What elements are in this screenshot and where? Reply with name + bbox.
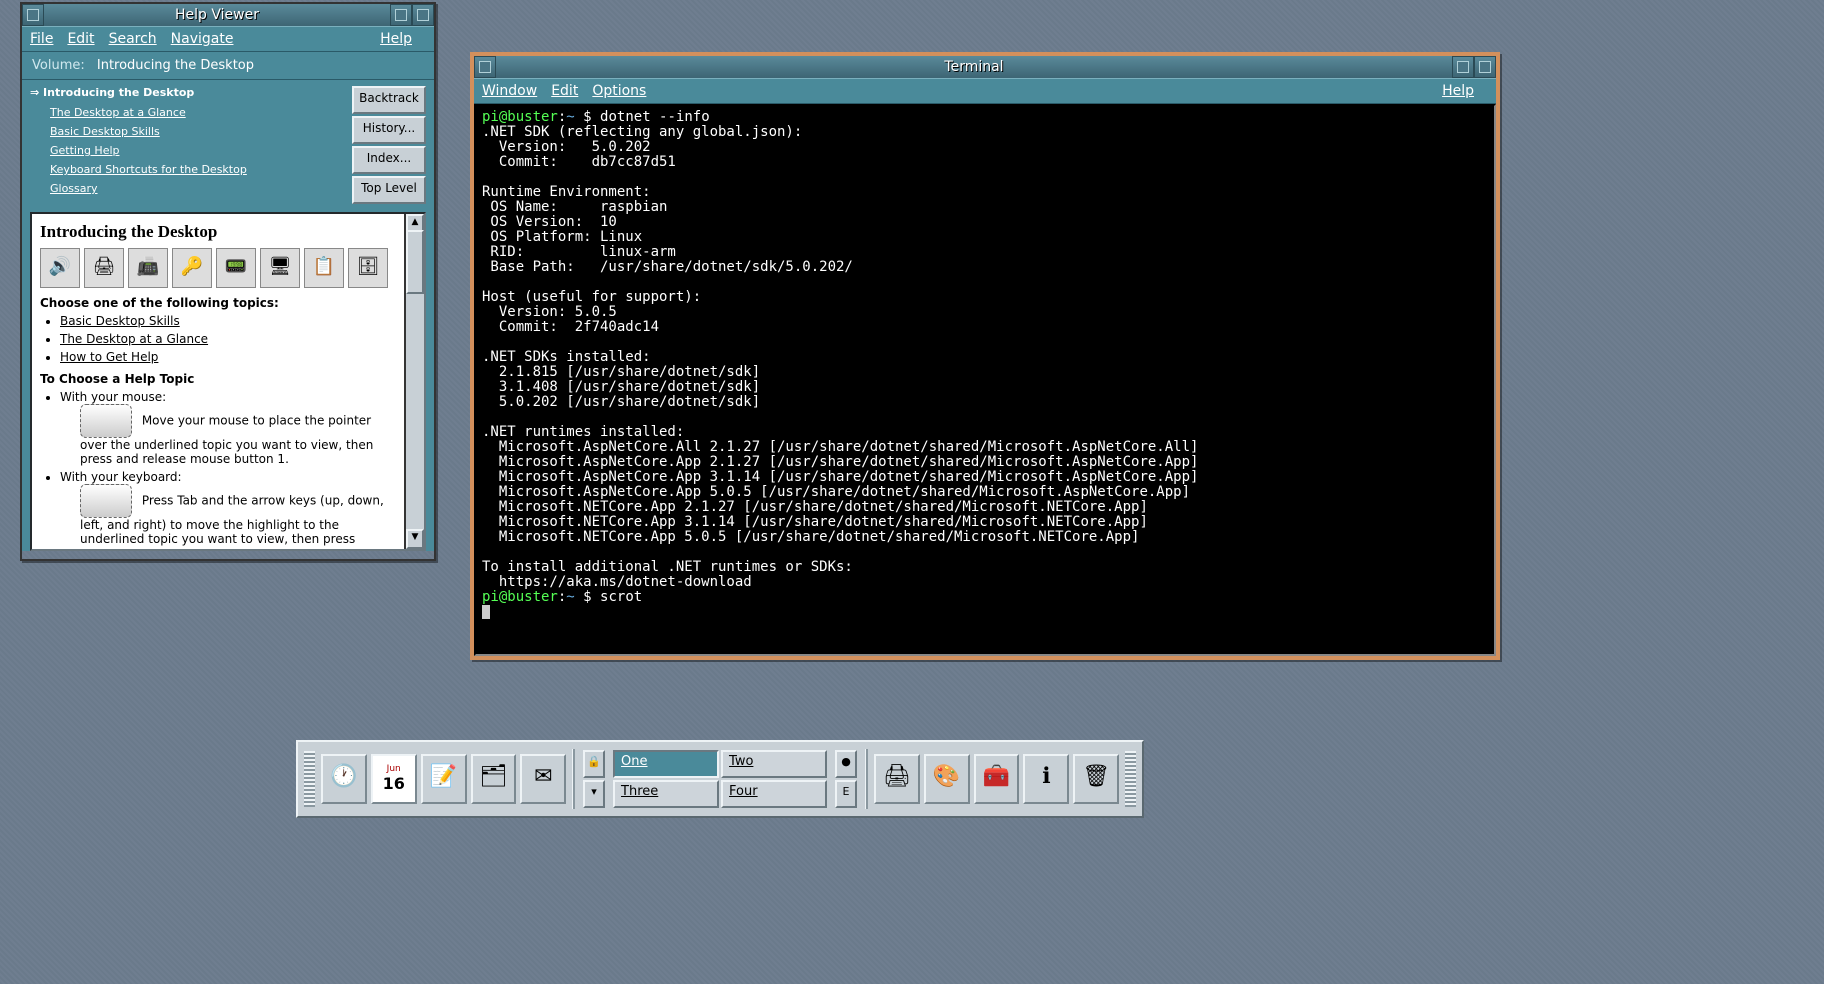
calendar-icon[interactable]: Jun 16 <box>371 754 417 804</box>
nav-buttons: Backtrack History... Index... Top Level <box>348 80 434 212</box>
choose-help-label: To Choose a Help Topic <box>40 372 194 386</box>
workspace-button-four[interactable]: Four <box>721 780 827 808</box>
volume-value[interactable]: Introducing the Desktop <box>97 58 254 73</box>
mouse-heading: With your mouse: <box>60 390 166 404</box>
style-manager-icon[interactable]: 🎨 <box>924 754 970 804</box>
trash-icon[interactable]: 🗑 <box>1073 754 1119 804</box>
terminal-title: Terminal <box>496 56 1452 78</box>
choose-label: Choose one of the following topics: <box>40 296 279 310</box>
toplevel-button[interactable]: Top Level <box>352 176 426 204</box>
panel-handle[interactable] <box>1125 751 1136 807</box>
helpviewer-menubar: File Edit Search Navigate Help <box>22 26 434 52</box>
workspace-button-three[interactable]: Three <box>613 780 719 808</box>
help-content-pane: Introducing the Desktop 🔊 🖨 📠 🔑 📟 🖥 📋 🗄 … <box>30 212 426 551</box>
menu-window[interactable]: Window <box>482 83 537 99</box>
keys-icon: 🔑 <box>172 248 212 288</box>
printer-icon: 🖨 <box>84 248 124 288</box>
scroll-thumb[interactable] <box>406 230 424 294</box>
terminal-window: Terminal Window Edit Options Help pi@bus… <box>470 52 1500 660</box>
terminal-cursor <box>482 605 490 619</box>
content-title: Introducing the Desktop <box>40 222 396 242</box>
workspace-pager: One Two Three Four <box>613 750 827 808</box>
mouse-icon <box>80 404 132 438</box>
busy-light-icon: ● <box>835 750 857 778</box>
pda-icon: 📟 <box>216 248 256 288</box>
menu-edit[interactable]: Edit <box>67 31 94 47</box>
minimize-button[interactable] <box>1452 56 1474 78</box>
clock-icon[interactable]: 🕐 <box>321 754 367 804</box>
kbd-heading: With your keyboard: <box>60 470 182 484</box>
workspace-button-two[interactable]: Two <box>721 750 827 778</box>
nav-heading[interactable]: Introducing the Desktop <box>30 86 340 99</box>
volume-row: Volume: Introducing the Desktop <box>22 52 434 80</box>
content-scrollbar[interactable]: ▲ ▼ <box>404 214 424 549</box>
file-manager-icon[interactable]: 🗂 <box>471 754 517 804</box>
history-button[interactable]: History... <box>352 116 426 144</box>
backtrack-button[interactable]: Backtrack <box>352 86 426 114</box>
info-icon[interactable]: ℹ <box>1023 754 1069 804</box>
nav-item[interactable]: The Desktop at a Glance <box>50 103 340 122</box>
monitor-icon: 🖥 <box>260 248 300 288</box>
helpviewer-title: Help Viewer <box>44 4 390 26</box>
window-menu-button[interactable] <box>474 56 496 78</box>
contents-tree: Introducing the Desktop The Desktop at a… <box>22 80 348 212</box>
nav-item[interactable]: Basic Desktop Skills <box>50 122 340 141</box>
menu-help[interactable]: Help <box>1442 83 1474 99</box>
menu-help[interactable]: Help <box>380 31 412 47</box>
minimize-button[interactable] <box>390 4 412 26</box>
lock-button[interactable]: 🔒 <box>583 750 605 778</box>
topic-link[interactable]: Basic Desktop Skills <box>60 314 180 328</box>
helpviewer-window: Help Viewer File Edit Search Navigate He… <box>20 2 436 561</box>
helpviewer-titlebar[interactable]: Help Viewer <box>22 4 434 26</box>
terminal-output[interactable]: pi@buster:~ $ dotnet --info .NET SDK (re… <box>474 104 1496 656</box>
nav-item[interactable]: Glossary <box>50 179 340 198</box>
fax-icon: 📠 <box>128 248 168 288</box>
index-button[interactable]: Index... <box>352 146 426 174</box>
editor-icon[interactable]: 📝 <box>421 754 467 804</box>
maximize-button[interactable] <box>412 4 434 26</box>
cde-front-panel[interactable]: 🕐 Jun 16 📝 🗂 ✉ 🔒 ▾ One Two Three Four ● … <box>296 740 1144 818</box>
window-menu-button[interactable] <box>22 4 44 26</box>
menu-options[interactable]: Options <box>592 83 646 99</box>
exit-button[interactable]: E <box>835 780 857 808</box>
menu-file[interactable]: File <box>30 31 53 47</box>
app-manager-icon[interactable]: 🧰 <box>974 754 1020 804</box>
menu-edit[interactable]: Edit <box>551 83 578 99</box>
scroll-down-arrow[interactable]: ▼ <box>406 529 424 549</box>
menu-search[interactable]: Search <box>109 31 157 47</box>
terminal-menubar: Window Edit Options Help <box>474 78 1496 104</box>
menu-navigate[interactable]: Navigate <box>171 31 234 47</box>
panel-handle[interactable] <box>304 751 315 807</box>
nav-item[interactable]: Keyboard Shortcuts for the Desktop <box>50 160 340 179</box>
mail-icon[interactable]: ✉ <box>520 754 566 804</box>
drawer-icon: 🗄 <box>348 248 388 288</box>
terminal-titlebar[interactable]: Terminal <box>474 56 1496 78</box>
printer-panel-icon[interactable]: 🖨 <box>874 754 920 804</box>
notes-icon: 📋 <box>304 248 344 288</box>
workspace-button-one[interactable]: One <box>613 750 719 778</box>
nav-item[interactable]: Getting Help <box>50 141 340 160</box>
volume-label: Volume: <box>32 58 85 73</box>
topic-link[interactable]: The Desktop at a Glance <box>60 332 208 346</box>
terminal-output-text: .NET SDK (reflecting any global.json): V… <box>482 124 1198 590</box>
workspace-menu-button[interactable]: ▾ <box>583 780 605 808</box>
speaker-icon: 🔊 <box>40 248 80 288</box>
icon-row: 🔊 🖨 📠 🔑 📟 🖥 📋 🗄 <box>40 248 396 288</box>
keyboard-icon <box>80 484 132 518</box>
maximize-button[interactable] <box>1474 56 1496 78</box>
topic-link[interactable]: How to Get Help <box>60 350 158 364</box>
